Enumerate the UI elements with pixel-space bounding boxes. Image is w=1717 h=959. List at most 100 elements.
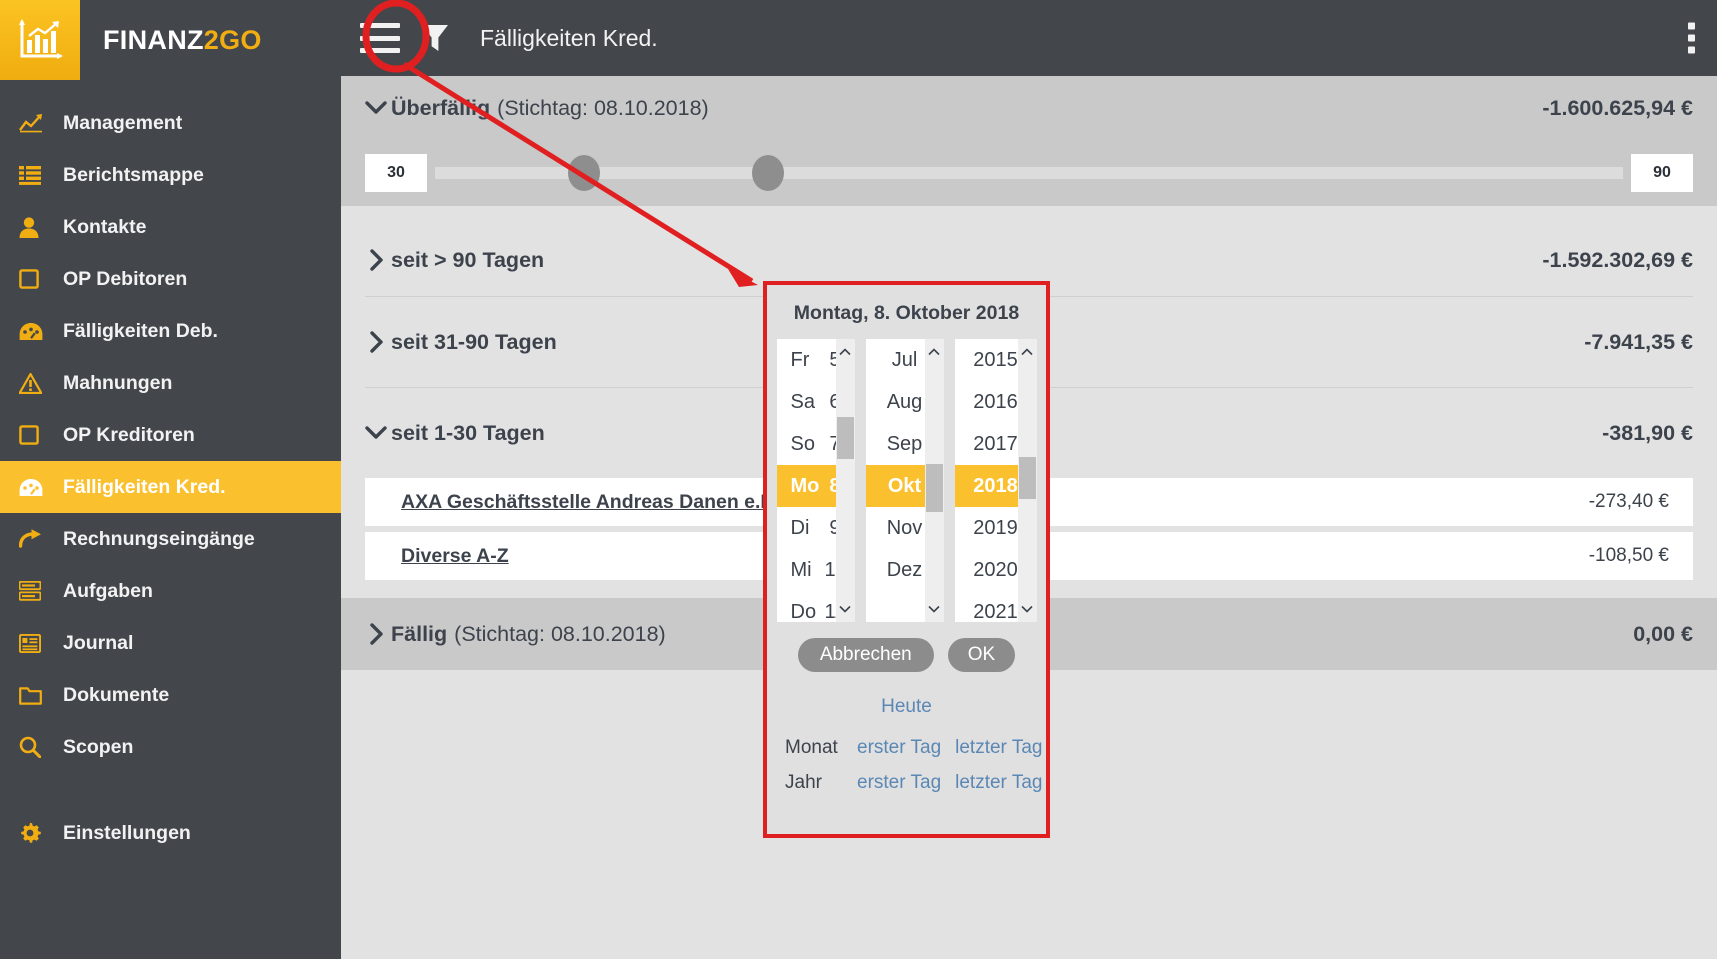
sidebar-item-label: Kontakte [63, 215, 147, 238]
sidebar-item-journal[interactable]: Journal [0, 617, 341, 669]
sidebar-item-label: Berichtsmappe [63, 163, 204, 186]
page-title: Fälligkeiten Kred. [480, 24, 658, 51]
group-title: seit 1-30 Tagen [391, 420, 545, 445]
section-title: Überfällig [391, 95, 491, 120]
gauge-icon [19, 478, 59, 497]
date-picker-columns: Fr 5 Sa 6 So 7 Mo 8 [767, 339, 1046, 622]
line-chart-icon [19, 113, 59, 133]
customer-amount: -273,40 € [1588, 491, 1669, 512]
month-last-day-link[interactable]: letzter Tag [955, 737, 1042, 759]
day-scrollbar-thumb[interactable] [836, 417, 854, 459]
section-overdue-header[interactable]: Überfällig (Stichtag: 08.10.2018) -1.600… [341, 76, 1717, 140]
chevron-down-icon[interactable] [925, 598, 944, 620]
year-column[interactable]: 2015 2016 2017 2018 2019 2020 2021 [954, 339, 1037, 622]
kebab-menu-icon[interactable] [1688, 22, 1695, 54]
month-scrollbar-thumb[interactable] [925, 464, 943, 512]
square-icon [19, 269, 59, 289]
brand-name-part2: 2GO [203, 24, 262, 55]
day-scrollbar[interactable] [835, 339, 855, 622]
brand[interactable]: FINANZ2GO [0, 0, 341, 80]
date-picker-buttons: Abbrechen OK [767, 638, 1046, 672]
day-abbr: Sa [790, 390, 815, 413]
group-title: seit 31-90 Tagen [391, 329, 557, 354]
sidebar-item-label: Fälligkeiten Kred. [63, 475, 226, 498]
group-amount: -381,90 € [1602, 420, 1693, 445]
group-amount: -7.941,35 € [1584, 329, 1693, 354]
chevron-down-icon[interactable] [836, 598, 855, 620]
days-range-slider[interactable]: 30 90 [341, 140, 1717, 206]
sidebar-item-faelligkeiten-kred[interactable]: Fälligkeiten Kred. [0, 461, 341, 513]
funnel-icon[interactable] [412, 15, 458, 61]
slider-track[interactable] [435, 155, 1623, 191]
day-abbr: Mi [790, 558, 812, 581]
sidebar-item-op-debitoren[interactable]: OP Debitoren [0, 253, 341, 305]
day-column[interactable]: Fr 5 Sa 6 So 7 Mo 8 [776, 339, 855, 622]
sidebar-item-kontakte[interactable]: Kontakte [0, 201, 341, 253]
bar-chart-logo-icon [0, 0, 80, 80]
ok-button[interactable]: OK [947, 638, 1016, 672]
year-first-day-link[interactable]: erster Tag [857, 772, 941, 794]
cancel-button[interactable]: Abbrechen [797, 638, 934, 672]
tasks-icon [19, 581, 59, 601]
sidebar-item-rechnungseingaenge[interactable]: Rechnungseingänge [0, 513, 341, 565]
sidebar-item-einstellungen[interactable]: Einstellungen [0, 807, 341, 859]
slider-max-value[interactable]: 90 [1631, 154, 1693, 192]
slider-min-value[interactable]: 30 [365, 154, 427, 192]
year-scrollbar-thumb[interactable] [1018, 457, 1036, 499]
sidebar-item-label: Management [63, 111, 183, 134]
slider-thumb-right[interactable] [751, 155, 784, 191]
section-subtitle: (Stichtag: 08.10.2018) [497, 95, 709, 120]
sidebar-item-label: Aufgaben [63, 579, 153, 602]
month-column[interactable]: Jul Aug Sep Okt Nov Dez [865, 339, 944, 622]
year-scrollbar[interactable] [1017, 339, 1037, 622]
chevron-up-icon[interactable] [836, 341, 855, 363]
section-subtitle: (Stichtag: 08.10.2018) [454, 621, 666, 646]
sidebar-item-mahnungen[interactable]: Mahnungen [0, 357, 341, 409]
hamburger-icon[interactable] [360, 23, 400, 53]
chevron-down-icon[interactable] [1018, 598, 1037, 620]
chevron-down-icon [361, 426, 391, 440]
customer-name-link[interactable]: AXA Geschäftsstelle Andreas Danen e.K. [401, 491, 780, 514]
sidebar: FINANZ2GO Management Berichtsmappe Konta… [0, 0, 341, 959]
brand-name: FINANZ2GO [103, 25, 262, 56]
sidebar-item-faelligkeiten-deb[interactable]: Fälligkeiten Deb. [0, 305, 341, 357]
customer-amount: -108,50 € [1588, 545, 1669, 566]
sidebar-item-op-kreditoren[interactable]: OP Kreditoren [0, 409, 341, 461]
sidebar-item-label: Journal [63, 631, 134, 654]
warning-triangle-icon [19, 372, 59, 394]
section-amount: -1.600.625,94 € [1542, 95, 1693, 120]
sidebar-item-management[interactable]: Management [0, 97, 341, 149]
chevron-right-icon [361, 249, 391, 271]
square-icon [19, 425, 59, 445]
gear-icon [19, 822, 59, 844]
date-shortcuts: Monat erster Tag letzter Tag Jahr erster… [767, 730, 1046, 800]
sidebar-item-scopen[interactable]: Scopen [0, 721, 341, 773]
group-amount: -1.592.302,69 € [1542, 247, 1693, 272]
group-title: seit > 90 Tagen [391, 247, 545, 272]
month-shortcut-row: Monat erster Tag letzter Tag [785, 730, 1046, 765]
sidebar-item-berichtsmappe[interactable]: Berichtsmappe [0, 149, 341, 201]
sidebar-nav: Management Berichtsmappe Kontakte OP Deb… [0, 97, 341, 859]
year-last-day-link[interactable]: letzter Tag [955, 772, 1042, 794]
sidebar-item-dokumente[interactable]: Dokumente [0, 669, 341, 721]
day-abbr: Fr [790, 348, 810, 371]
chevron-down-icon [361, 101, 391, 115]
year-label: Jahr [785, 771, 822, 793]
section-amount: 0,00 € [1633, 621, 1693, 646]
sidebar-item-label: OP Debitoren [63, 267, 188, 290]
month-scrollbar[interactable] [924, 339, 944, 622]
slider-thumb-left[interactable] [567, 155, 600, 191]
sidebar-item-label: Scopen [63, 735, 134, 758]
sidebar-item-aufgaben[interactable]: Aufgaben [0, 565, 341, 617]
customer-name-link[interactable]: Diverse A-Z [401, 545, 509, 568]
month-first-day-link[interactable]: erster Tag [857, 737, 941, 759]
chevron-up-icon[interactable] [925, 341, 944, 363]
sidebar-item-label: Einstellungen [63, 821, 191, 844]
topbar: Fälligkeiten Kred. [341, 0, 1717, 76]
user-icon [19, 216, 59, 238]
today-link[interactable]: Heute [767, 696, 1046, 718]
arrow-curve-right-icon [19, 529, 59, 549]
year-shortcut-row: Jahr erster Tag letzter Tag [785, 765, 1046, 800]
chevron-up-icon[interactable] [1018, 341, 1037, 363]
